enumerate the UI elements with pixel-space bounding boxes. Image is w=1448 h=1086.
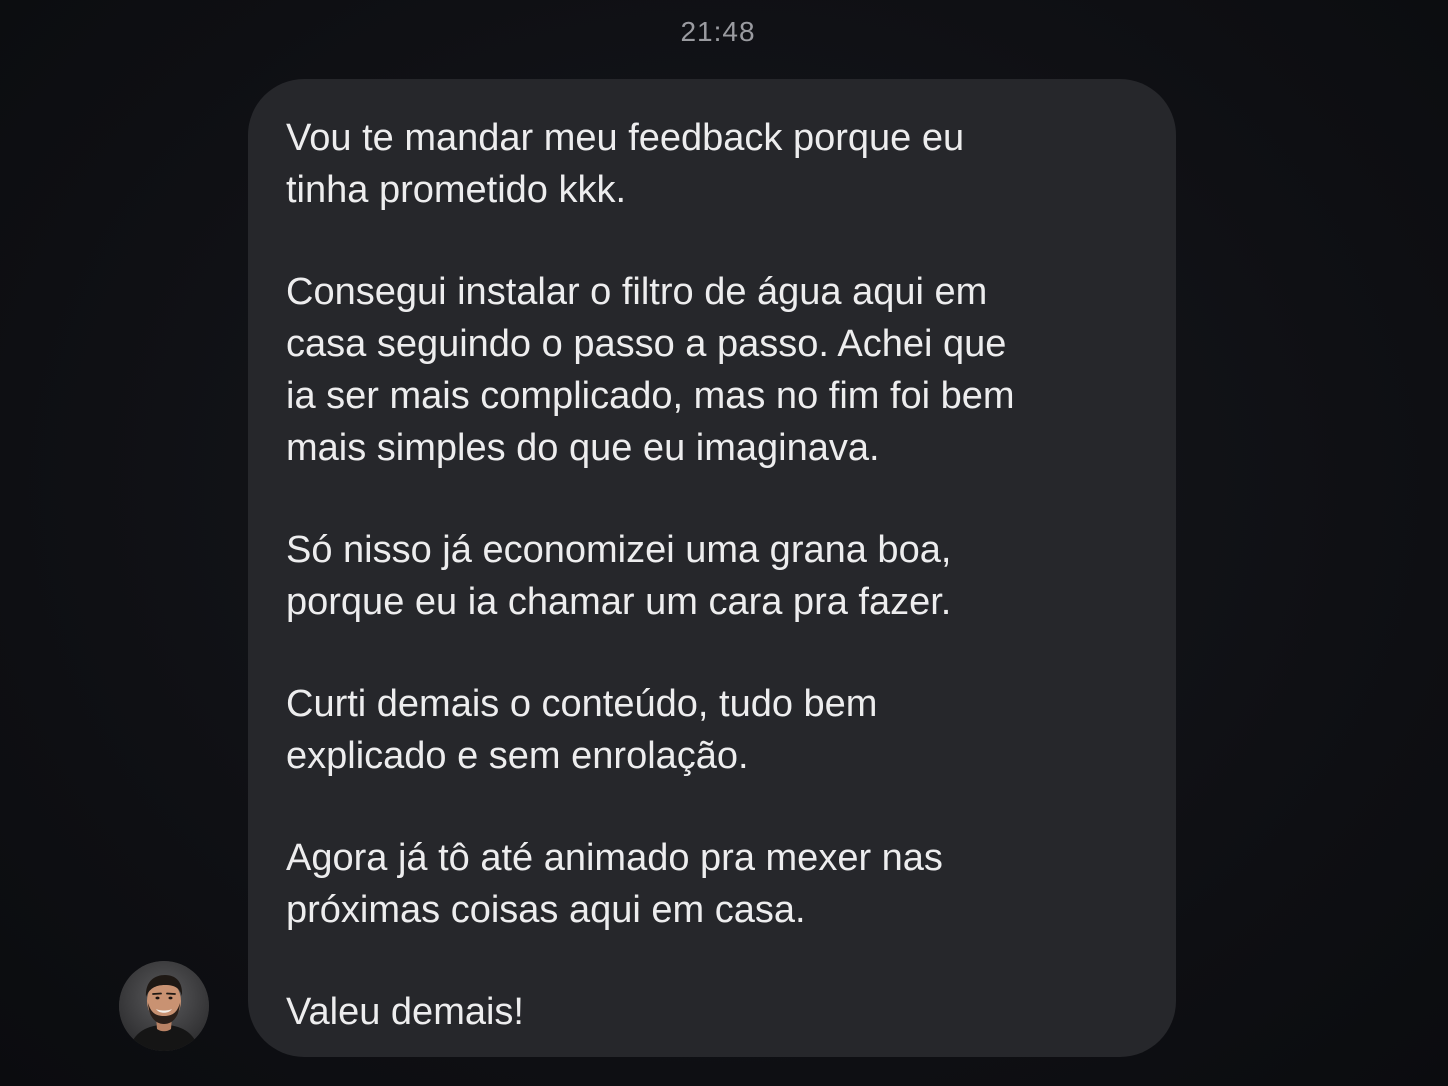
message-paragraph: Só nisso já economizei uma grana boa, po… [286, 529, 952, 623]
message-paragraph: Consegui instalar o filtro de água aqui … [286, 271, 1015, 469]
user-avatar-icon [119, 961, 209, 1051]
chat-screen: 21:48 Vou te mandar meu feedback porque … [0, 0, 1448, 1086]
message-paragraph: Curti demais o conteúdo, tudo bem explic… [286, 683, 878, 777]
message-paragraph: Valeu demais! [286, 991, 524, 1033]
message-paragraph: Agora já tô até animado pra mexer nas pr… [286, 837, 943, 931]
message-paragraph: Vou te mandar meu feedback porque eu tin… [286, 117, 965, 211]
message-timestamp: 21:48 [680, 16, 756, 47]
sender-avatar[interactable] [119, 961, 209, 1051]
message-bubble[interactable]: Vou te mandar meu feedback porque eu tin… [248, 79, 1176, 1057]
